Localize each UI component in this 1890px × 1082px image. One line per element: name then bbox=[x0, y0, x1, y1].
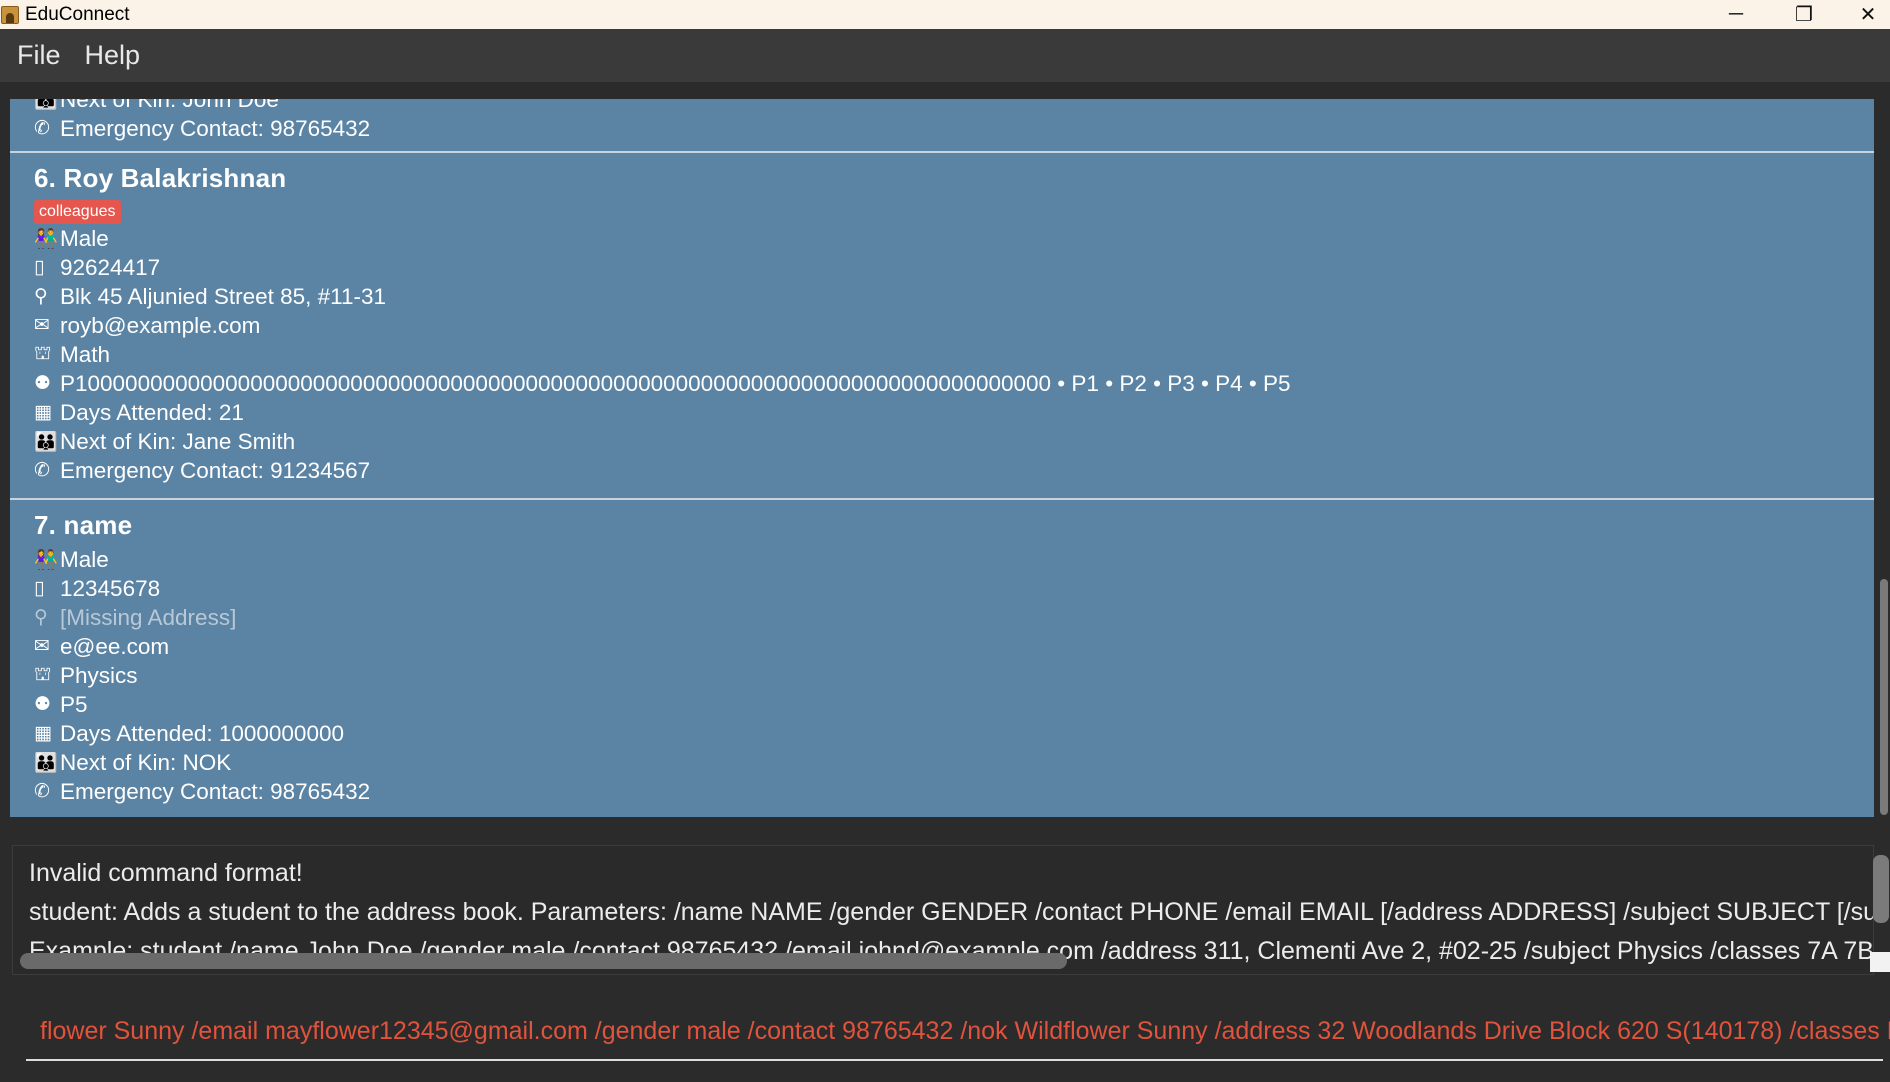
close-button[interactable]: ✕ bbox=[1845, 0, 1890, 29]
window-title-bar: EduConnect ─ ❐ ✕ bbox=[0, 0, 1890, 29]
classes-text: P100000000000000000000000000000000000000… bbox=[60, 370, 1291, 396]
list-scrollbar[interactable] bbox=[1878, 99, 1890, 817]
gender-row: 👫 Male bbox=[34, 224, 1874, 253]
tag-badge: colleagues bbox=[34, 200, 121, 224]
phone-icon: ✆ bbox=[34, 460, 50, 481]
gender-icon: 👫 bbox=[34, 549, 58, 571]
student-list[interactable]: 👪 Next of Kin: John Doe ✆ Emergency Cont… bbox=[10, 99, 1874, 817]
gender-text: Male bbox=[60, 225, 109, 251]
phone-icon: ✆ bbox=[34, 118, 50, 139]
address-text: [Missing Address] bbox=[60, 604, 237, 630]
nok-icon: 👪 bbox=[34, 431, 58, 453]
calendar-icon: ▦ bbox=[34, 402, 52, 423]
classes-icon: ⚉ bbox=[34, 373, 52, 394]
result-horizontal-scrollbar[interactable] bbox=[20, 953, 1067, 969]
address-icon: ⚲ bbox=[34, 607, 48, 628]
gender-text: Male bbox=[60, 546, 109, 572]
nok-text: Next of Kin: John Doe bbox=[60, 99, 279, 112]
nok-text: Next of Kin: Jane Smith bbox=[60, 428, 296, 454]
gender-icon: 👫 bbox=[34, 228, 58, 250]
list-scrollbar-thumb[interactable] bbox=[1880, 579, 1888, 815]
student-card[interactable]: 6. Roy Balakrishnan colleagues 👫 Male ▯ 92… bbox=[10, 151, 1874, 485]
emergency-contact-text: Emergency Contact: 98765432 bbox=[60, 115, 371, 141]
address-row: ⚲ [Missing Address] bbox=[34, 603, 1874, 632]
address-row: ⚲ Blk 45 Aljunied Street 85, #11-31 bbox=[34, 282, 1874, 311]
student-name: 6. Roy Balakrishnan bbox=[34, 163, 287, 193]
mobile-icon: ▯ bbox=[34, 578, 45, 599]
phone-row: ▯ 92624417 bbox=[34, 253, 1874, 282]
address-text: Blk 45 Aljunied Street 85, #11-31 bbox=[60, 283, 387, 309]
subject-row: ⛫ Physics bbox=[34, 661, 1874, 690]
minimize-button[interactable]: ─ bbox=[1713, 0, 1759, 29]
menu-bar: File Help bbox=[0, 29, 1890, 82]
nok-row: 👪 Next of Kin: Jane Smith bbox=[34, 427, 1874, 456]
student-name: 7. name bbox=[34, 510, 133, 540]
email-icon: ✉ bbox=[34, 315, 50, 336]
emergency-contact-text: Emergency Contact: 98765432 bbox=[60, 778, 371, 804]
nok-row: 👪 Next of Kin: NOK bbox=[34, 748, 1874, 777]
classes-row: ⚉ P10000000000000000000000000000000000000… bbox=[34, 369, 1874, 398]
window-title: EduConnect bbox=[25, 3, 130, 25]
gender-row: 👫 Male bbox=[34, 545, 1874, 574]
email-text: e@ee.com bbox=[60, 633, 170, 659]
command-input[interactable]: flower Sunny /email mayflower12345@gmail… bbox=[40, 1017, 1890, 1046]
calendar-icon: ▦ bbox=[34, 723, 52, 744]
phone-text: 12345678 bbox=[60, 575, 161, 601]
mobile-icon: ▯ bbox=[34, 257, 45, 278]
address-icon: ⚲ bbox=[34, 286, 48, 307]
subject-row: ⛫ Math bbox=[34, 340, 1874, 369]
classes-row: ⚉ P5 bbox=[34, 690, 1874, 719]
nok-row: 👪 Next of Kin: John Doe bbox=[34, 99, 1874, 114]
phone-text: 92624417 bbox=[60, 254, 161, 280]
subject-icon: ⛫ bbox=[34, 342, 52, 364]
result-line-1: Invalid command format! bbox=[29, 859, 303, 887]
subject-text: Math bbox=[60, 341, 111, 367]
attendance-text: Days Attended: 21 bbox=[60, 399, 244, 425]
restore-button[interactable]: ❐ bbox=[1781, 0, 1827, 29]
subject-icon: ⛫ bbox=[34, 663, 52, 685]
phone-icon: ✆ bbox=[34, 781, 50, 802]
attendance-text: Days Attended: 1000000000 bbox=[60, 720, 344, 746]
email-icon: ✉ bbox=[34, 636, 50, 657]
email-row: ✉ royb@example.com bbox=[34, 311, 1874, 340]
emergency-contact-text: Emergency Contact: 91234567 bbox=[60, 457, 371, 483]
email-row: ✉ e@ee.com bbox=[34, 632, 1874, 661]
classes-text: P5 bbox=[60, 691, 88, 717]
phone-row: ▯ 12345678 bbox=[34, 574, 1874, 603]
command-input-underline bbox=[26, 1059, 1883, 1061]
nok-icon: 👪 bbox=[34, 752, 58, 774]
nok-icon: 👪 bbox=[34, 99, 58, 111]
emergency-contact-row: ✆ Emergency Contact: 98765432 bbox=[34, 114, 1874, 143]
student-card[interactable]: 👪 Next of Kin: John Doe ✆ Emergency Cont… bbox=[10, 99, 1874, 143]
student-card[interactable]: 7. name 👫 Male ▯ 12345678 ⚲ [Missing Addres… bbox=[10, 498, 1874, 806]
attendance-row: ▦ Days Attended: 1000000000 bbox=[34, 719, 1874, 748]
menu-file[interactable]: File bbox=[17, 40, 61, 71]
attendance-row: ▦ Days Attended: 21 bbox=[34, 398, 1874, 427]
classes-icon: ⚉ bbox=[34, 694, 52, 715]
result-vertical-scrollbar[interactable] bbox=[1873, 855, 1889, 923]
emergency-contact-row: ✆ Emergency Contact: 91234567 bbox=[34, 456, 1874, 485]
nok-text: Next of Kin: NOK bbox=[60, 749, 232, 775]
scrollbar-corner bbox=[1870, 952, 1890, 972]
result-line-2: student: Adds a student to the address b… bbox=[29, 898, 1874, 926]
email-text: royb@example.com bbox=[60, 312, 261, 338]
emergency-contact-row: ✆ Emergency Contact: 98765432 bbox=[34, 777, 1874, 806]
menu-help[interactable]: Help bbox=[85, 40, 141, 71]
app-icon bbox=[1, 5, 19, 24]
subject-text: Physics bbox=[60, 662, 138, 688]
